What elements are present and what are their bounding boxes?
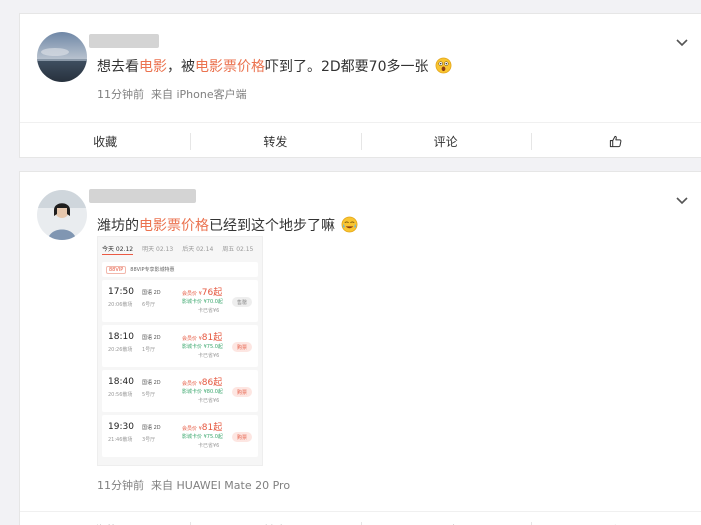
chevron-down-icon[interactable] xyxy=(674,192,690,208)
post-meta: 11分钟前 来自 iPhone客户端 xyxy=(97,86,247,102)
language-format: 国语 2D xyxy=(142,290,161,296)
action-bar: 收藏 转发 评论 xyxy=(20,122,701,159)
start-time: 17:50 xyxy=(108,287,134,297)
card-price: 影城卡价 ¥70.0起 xyxy=(182,299,223,305)
start-time: 19:30 xyxy=(108,422,134,432)
card-price: 影城卡价 ¥80.0起 xyxy=(182,389,223,395)
shocked-face-emoji-icon xyxy=(435,57,452,74)
weibo-post-card: 潍坊的电影票价格已经到这个地步了嘛 今天 02.12 明天 02.13 后天 0… xyxy=(19,171,701,525)
showtime-row: 17:50 20:06散场 国语 2D 6号厅 会员价 ¥76起 影城卡价 ¥7… xyxy=(102,280,258,322)
hashtag-link[interactable]: 电影 xyxy=(139,59,167,75)
hall: 6号厅 xyxy=(142,302,156,308)
date-tab: 明天 02.13 xyxy=(142,246,174,253)
showtime-row: 18:10 20:26散场 国语 2D 1号厅 会员价 ¥81起 影城卡价 ¥7… xyxy=(102,325,258,367)
post-time[interactable]: 11分钟前 xyxy=(97,479,144,492)
card-price: 影城卡价 ¥75.0起 xyxy=(182,434,223,440)
hall: 3号厅 xyxy=(142,437,156,443)
hashtag-link[interactable]: 电影票价格 xyxy=(195,59,265,75)
hall: 1号厅 xyxy=(142,347,156,353)
post-image-cinema-schedule[interactable]: 今天 02.12 明天 02.13 后天 02.14 周五 02.15 88VI… xyxy=(97,236,263,466)
action-bar: 收藏 转发 评论 xyxy=(20,511,701,525)
post-time[interactable]: 11分钟前 xyxy=(97,88,144,101)
date-tab: 后天 02.14 xyxy=(182,246,214,253)
avatar[interactable] xyxy=(37,190,87,240)
end-time: 20:26散场 xyxy=(108,347,133,353)
showtime-row: 18:40 20:56散场 国语 2D 5号厅 会员价 ¥86起 影城卡价 ¥8… xyxy=(102,370,258,412)
end-time: 20:06散场 xyxy=(108,302,133,308)
vip-banner: 88VIP 88VIP专享影城特惠 xyxy=(102,262,258,277)
discount: 卡已省¥6 xyxy=(198,353,220,359)
chevron-down-icon[interactable] xyxy=(674,34,690,50)
post-meta: 11分钟前 来自 HUAWEI Mate 20 Pro xyxy=(97,477,290,493)
end-time: 20:56散场 xyxy=(108,392,133,398)
ticket-button: 售罄 xyxy=(232,297,252,307)
username-blurred[interactable] xyxy=(89,34,159,48)
end-time: 21:46散场 xyxy=(108,437,133,443)
like-button[interactable] xyxy=(530,512,701,525)
favorite-button[interactable]: 收藏 xyxy=(20,123,190,159)
start-time: 18:10 xyxy=(108,332,134,342)
like-icon xyxy=(610,135,622,147)
language-format: 国语 2D xyxy=(142,425,161,431)
post-source[interactable]: 来自 iPhone客户端 xyxy=(151,88,247,101)
post-source[interactable]: 来自 HUAWEI Mate 20 Pro xyxy=(151,479,290,492)
comment-button[interactable]: 评论 xyxy=(360,123,531,159)
date-tab: 周五 02.15 xyxy=(222,246,254,253)
member-price: 会员价 ¥86起 xyxy=(182,378,223,388)
post-text: 潍坊的电影票价格已经到这个地步了嘛 xyxy=(97,215,358,235)
like-button[interactable] xyxy=(530,123,701,159)
weibo-post-card: 想去看电影，被电影票价格吓到了。2D都要70多一张 11分钟前 来自 iPhone… xyxy=(19,13,701,158)
ticket-button: 购票 xyxy=(232,432,252,442)
start-time: 18:40 xyxy=(108,377,134,387)
language-format: 国语 2D xyxy=(142,335,161,341)
repost-button[interactable]: 转发 xyxy=(190,512,360,525)
repost-button[interactable]: 转发 xyxy=(190,123,360,159)
favorite-button[interactable]: 收藏 xyxy=(20,512,190,525)
member-price: 会员价 ¥81起 xyxy=(182,333,223,343)
tearful-face-emoji-icon xyxy=(342,216,358,233)
hall: 5号厅 xyxy=(142,392,156,398)
comment-button[interactable]: 评论 xyxy=(360,512,531,525)
vip-text: 88VIP专享影城特惠 xyxy=(130,267,175,273)
card-price: 影城卡价 ¥75.0起 xyxy=(182,344,223,350)
post-text: 想去看电影，被电影票价格吓到了。2D都要70多一张 xyxy=(97,56,452,76)
discount: 卡已省¥6 xyxy=(198,443,220,449)
vip-badge: 88VIP xyxy=(106,265,127,274)
ticket-button: 购票 xyxy=(232,387,252,397)
date-tab: 今天 02.12 xyxy=(102,246,134,255)
member-price: 会员价 ¥81起 xyxy=(182,423,223,433)
avatar[interactable] xyxy=(37,32,87,82)
discount: 卡已省¥6 xyxy=(198,398,220,404)
username-blurred[interactable] xyxy=(89,189,196,203)
ticket-button: 购票 xyxy=(232,342,252,352)
date-tabs: 今天 02.12 明天 02.13 后天 02.14 周五 02.15 xyxy=(98,237,262,260)
language-format: 国语 2D xyxy=(142,380,161,386)
showtime-row: 19:30 21:46散场 国语 2D 3号厅 会员价 ¥81起 影城卡价 ¥7… xyxy=(102,415,258,457)
discount: 卡已省¥6 xyxy=(198,308,220,314)
hashtag-link[interactable]: 电影票价格 xyxy=(139,218,209,234)
member-price: 会员价 ¥76起 xyxy=(182,288,223,298)
